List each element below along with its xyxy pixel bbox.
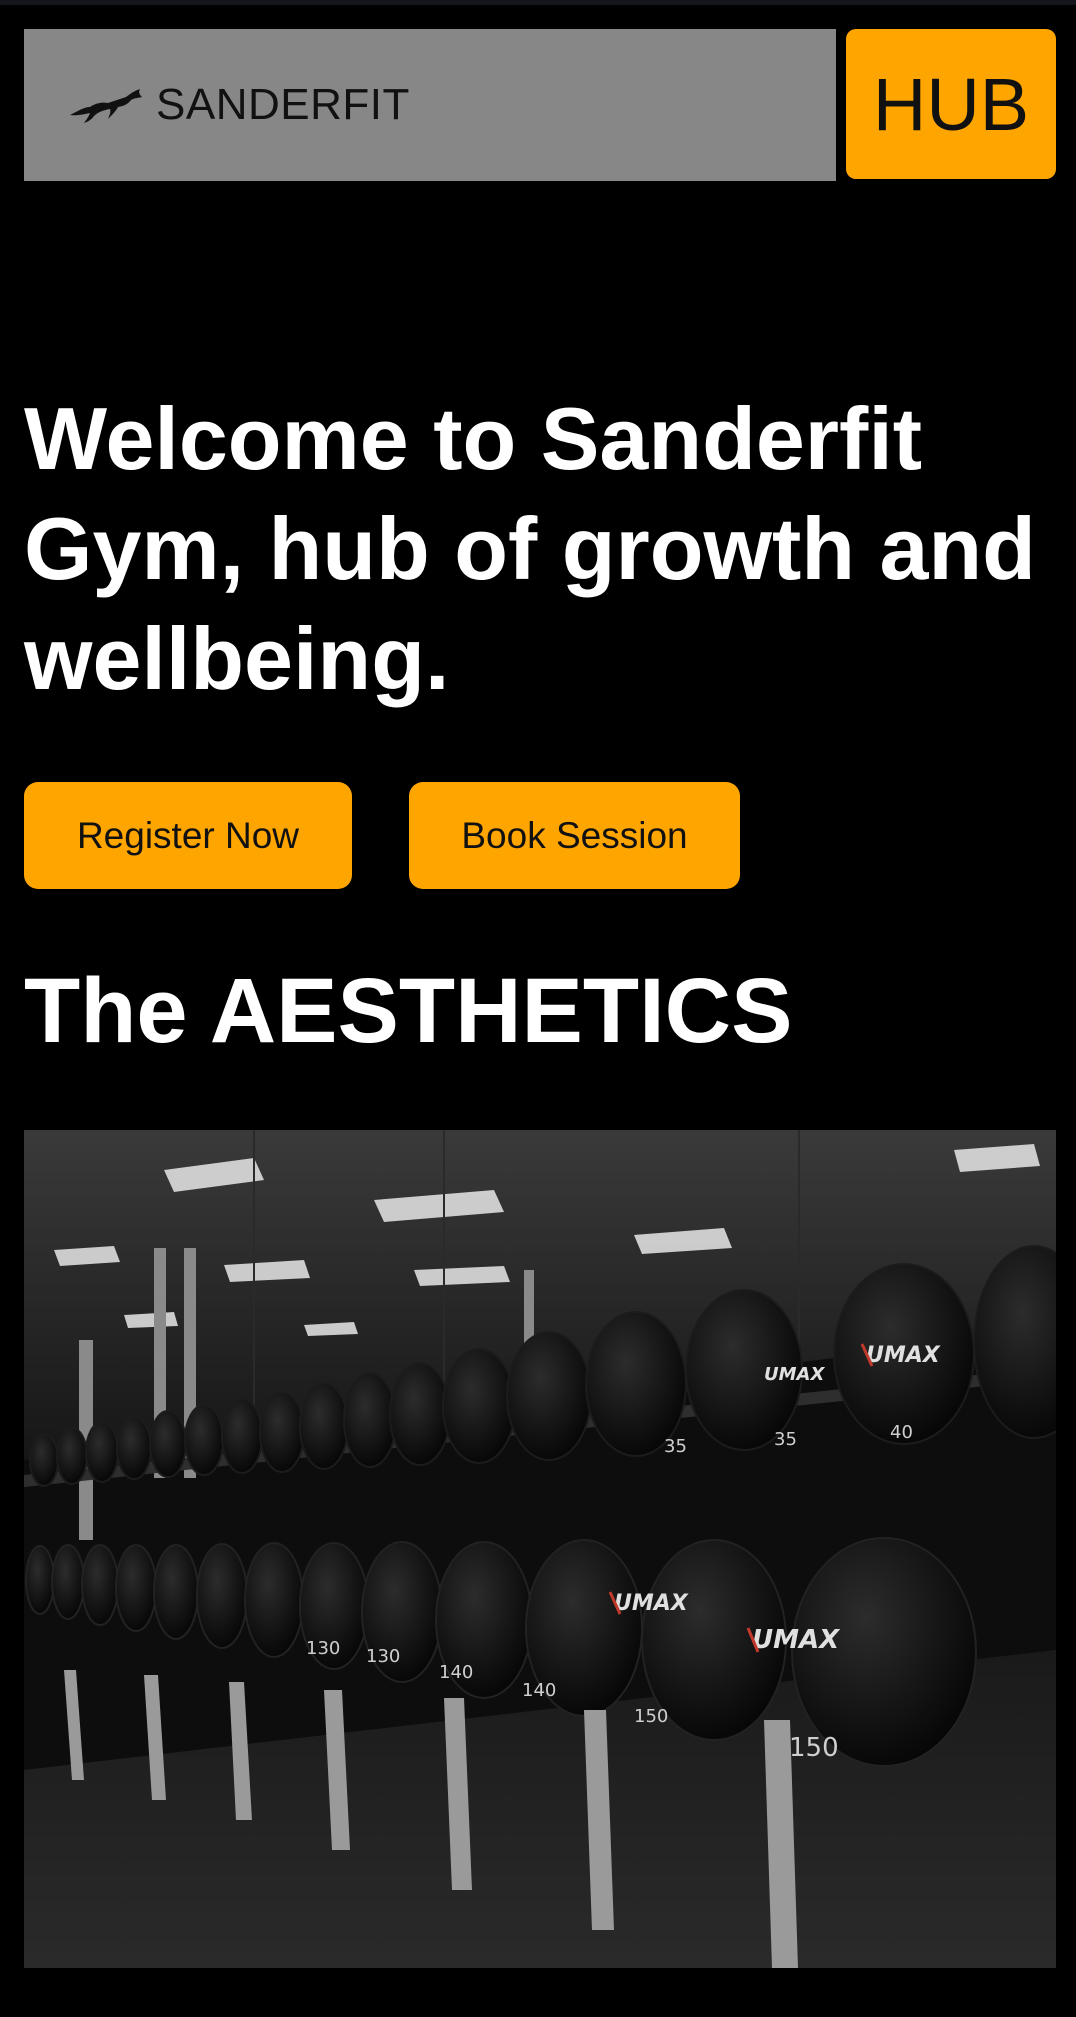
weight-label: 40 xyxy=(890,1422,913,1443)
hub-button[interactable]: HUB xyxy=(846,29,1056,179)
weight-label: 130 xyxy=(366,1646,400,1667)
brand-bar[interactable]: SANDERFIT xyxy=(24,29,836,181)
hero-title: Welcome to Sanderfit Gym, hub of growth … xyxy=(24,389,1036,708)
book-session-button[interactable]: Book Session xyxy=(409,782,740,889)
umax-logo: UMAX xyxy=(752,1625,841,1655)
weight-label: 130 xyxy=(306,1638,340,1659)
section-title-aesthetics: The AESTHETICS xyxy=(24,960,793,1062)
status-strip xyxy=(0,0,1076,5)
weight-label: 150 xyxy=(634,1706,668,1727)
register-now-button[interactable]: Register Now xyxy=(24,782,352,889)
weight-label: 140 xyxy=(439,1662,473,1683)
umax-logo: UMAX xyxy=(764,1364,825,1385)
umax-logo: UMAX xyxy=(866,1343,941,1368)
gym-dumbbell-photo: 35 35 40 130 130 140 140 150 150 UMAX UM… xyxy=(24,1130,1056,1968)
umax-logo: UMAX xyxy=(614,1591,689,1616)
weight-label: 35 xyxy=(774,1429,797,1450)
running-horse-icon xyxy=(70,89,142,123)
brand-name: SANDERFIT xyxy=(156,80,410,129)
weight-label: 35 xyxy=(664,1436,687,1457)
weight-label: 140 xyxy=(522,1680,556,1701)
weight-label: 150 xyxy=(789,1733,839,1763)
